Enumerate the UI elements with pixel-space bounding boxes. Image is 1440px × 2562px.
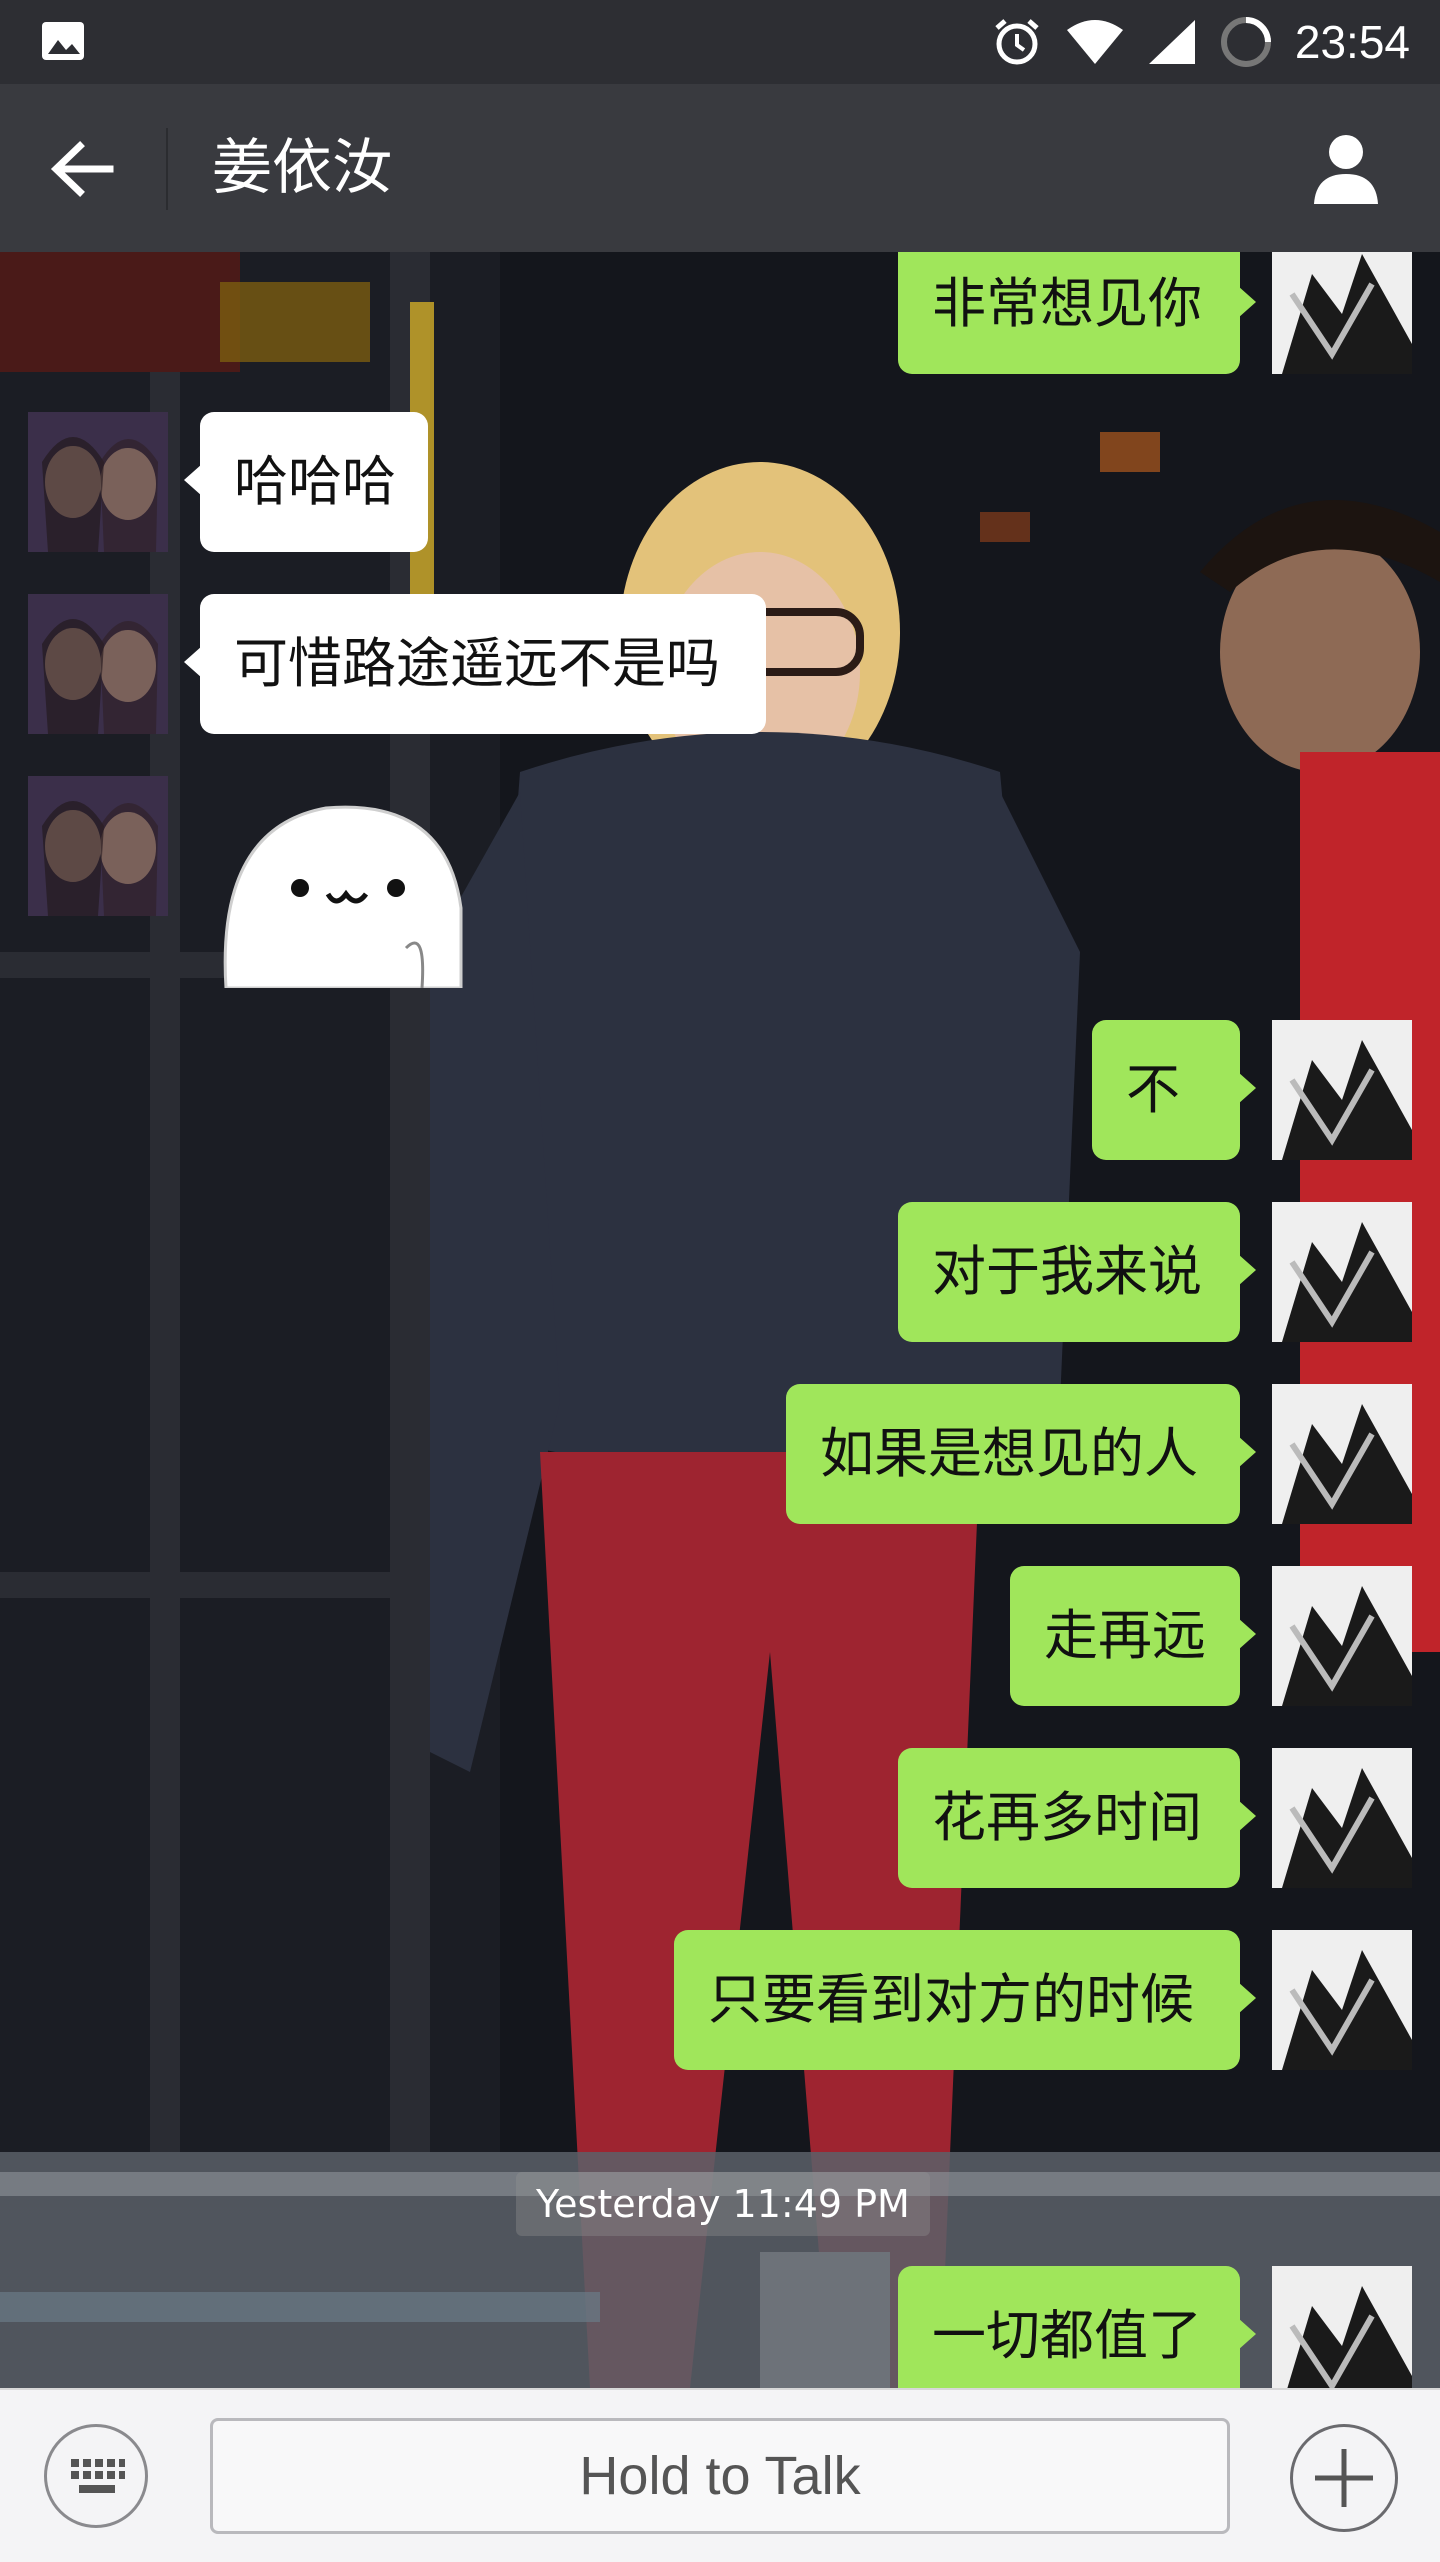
status-icons: 23:54 — [991, 0, 1410, 84]
my-avatar[interactable] — [1272, 2266, 1412, 2388]
more-options-button[interactable] — [1290, 2424, 1398, 2532]
message-bubble[interactable]: 如果是想见的人 — [786, 1384, 1256, 1524]
status-time: 23:54 — [1294, 16, 1410, 68]
wifi-icon — [1066, 20, 1123, 64]
message-bubble[interactable]: 一切都值了 — [898, 2266, 1256, 2388]
message-bubble[interactable]: 只要看到对方的时候 — [674, 1930, 1256, 2070]
my-avatar[interactable] — [1272, 1748, 1412, 1888]
message-bubble[interactable]: 可惜路途遥远不是吗 — [184, 594, 766, 734]
contact-avatar[interactable] — [28, 776, 168, 916]
contact-avatar[interactable] — [28, 412, 168, 552]
chat-area[interactable]: 非常想见你 哈哈哈 可惜路途遥远不是吗 不 对于我来说 如果是想见的人 走再远 … — [0, 252, 1440, 2388]
my-avatar[interactable] — [1272, 252, 1412, 374]
message-bubble[interactable]: 不 — [1092, 1020, 1256, 1160]
alarm-icon — [995, 19, 1039, 65]
my-avatar[interactable] — [1272, 1930, 1412, 2070]
title-bar: 姜依汝 — [0, 84, 1440, 252]
keyboard-icon — [71, 2459, 125, 2493]
my-avatar[interactable] — [1272, 1384, 1412, 1524]
input-bar: Hold to Talk — [0, 2388, 1440, 2562]
person-icon[interactable] — [1306, 128, 1386, 208]
back-arrow-icon[interactable] — [44, 134, 124, 204]
my-avatar[interactable] — [1272, 1566, 1412, 1706]
contact-avatar[interactable] — [28, 594, 168, 734]
title-divider — [166, 128, 168, 210]
image-notification-icon — [42, 22, 84, 60]
message-bubble[interactable]: 走再远 — [1010, 1566, 1256, 1706]
cell-signal-icon — [1148, 20, 1195, 64]
my-avatar[interactable] — [1272, 1020, 1412, 1160]
status-bar: 23:54 — [0, 0, 1440, 84]
message-bubble[interactable]: 哈哈哈 — [184, 412, 428, 552]
chat-title: 姜依汝 — [212, 133, 392, 203]
battery-loading-icon — [1220, 17, 1271, 67]
plus-icon — [1315, 2449, 1373, 2507]
message-bubble[interactable]: 对于我来说 — [898, 1202, 1256, 1342]
white-blob-face-sticker[interactable] — [216, 788, 466, 988]
hold-to-talk-button[interactable]: Hold to Talk — [210, 2418, 1230, 2534]
my-avatar[interactable] — [1272, 1202, 1412, 1342]
message-timestamp: Yesterday 11:49 PM — [516, 2172, 930, 2236]
keyboard-toggle-button[interactable] — [44, 2424, 148, 2528]
message-bubble[interactable]: 花再多时间 — [898, 1748, 1256, 1888]
message-bubble[interactable]: 非常想见你 — [898, 252, 1256, 374]
